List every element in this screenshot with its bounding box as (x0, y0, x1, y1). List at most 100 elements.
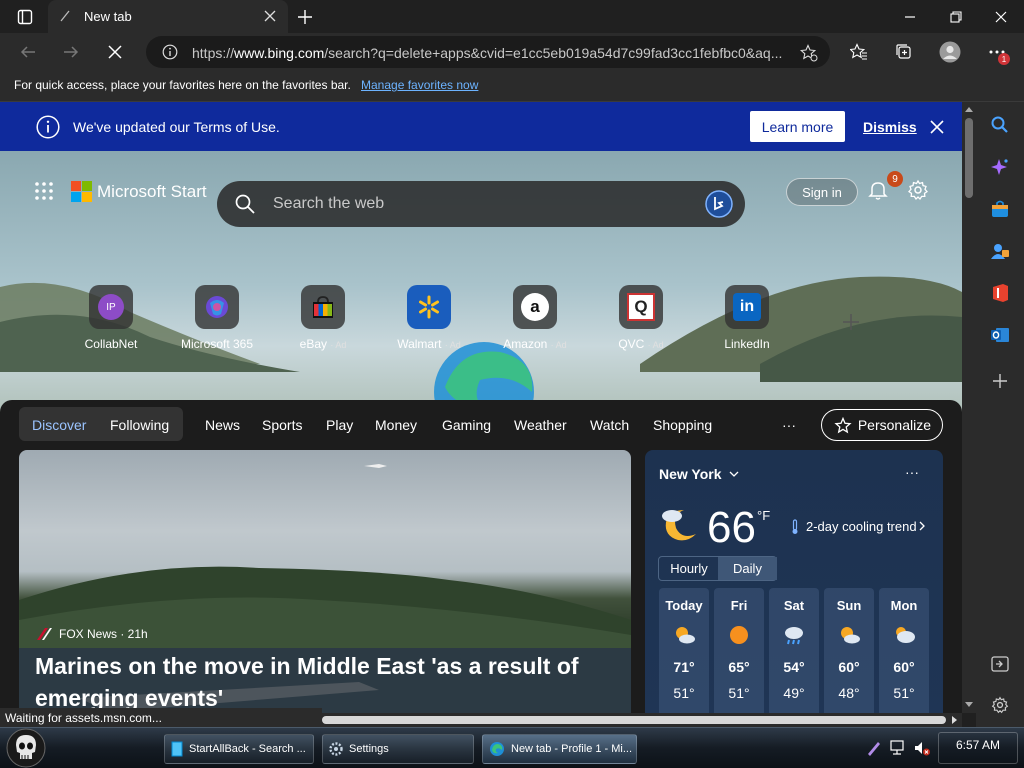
trend-chevron-right-icon[interactable] (919, 521, 926, 531)
forward-icon[interactable] (55, 36, 87, 68)
close-window-icon[interactable] (978, 0, 1024, 33)
nav-watch[interactable]: Watch (590, 417, 629, 433)
app-launcher-icon[interactable] (34, 181, 54, 201)
weather-trend-link[interactable]: 2-day cooling trend (806, 519, 917, 534)
stop-loading-icon[interactable] (99, 36, 131, 68)
url-text[interactable]: https://www.bing.com/search?q=delete+app… (192, 45, 788, 61)
current-temperature: 66 (707, 503, 756, 552)
manage-favorites-link[interactable]: Manage favorites now (361, 78, 478, 92)
sidebar-settings-icon[interactable] (986, 691, 1014, 719)
hourly-toggle[interactable]: Hourly (659, 557, 719, 580)
tray-pen-icon[interactable] (866, 740, 882, 756)
startallback-icon (171, 741, 183, 757)
sidebar-add-icon[interactable] (986, 367, 1014, 395)
scroll-right-icon[interactable] (952, 716, 958, 724)
quick-link-collabnet[interactable]: IP CollabNet (63, 285, 159, 351)
restore-icon[interactable] (933, 0, 979, 33)
favorites-icon[interactable] (843, 36, 875, 68)
sign-in-button[interactable]: Sign in (786, 178, 858, 206)
back-icon[interactable] (12, 36, 44, 68)
city-dropdown-chevron-icon[interactable] (729, 470, 739, 478)
top-story-card[interactable]: FOX News · 21h Marines on the move in Mi… (19, 450, 631, 713)
forecast-day[interactable]: Sat 54° 49° (769, 588, 819, 713)
quick-link-walmart[interactable]: Walmart · Ad (381, 285, 477, 351)
weather-more-button[interactable]: ··· (905, 464, 919, 480)
web-search-box[interactable] (217, 181, 745, 227)
tab-discover[interactable]: Discover (32, 417, 86, 433)
new-tab-icon[interactable] (282, 0, 328, 33)
favorites-bar: For quick access, place your favorites h… (0, 71, 1024, 102)
close-tab-icon[interactable] (264, 10, 276, 22)
temperature-unit[interactable]: °F (757, 508, 770, 523)
quick-link-label: LinkedIn (724, 337, 770, 351)
close-banner-icon[interactable] (930, 120, 944, 134)
weather-city[interactable]: New York (659, 466, 722, 482)
add-favorite-icon[interactable] (800, 44, 818, 62)
tray-volume-muted-icon[interactable] (913, 739, 931, 757)
horizontal-scrollbar[interactable] (322, 713, 962, 727)
notifications-bell-icon[interactable] (867, 179, 889, 201)
taskbar-item-startallback[interactable]: StartAllBack - Search ... (164, 734, 314, 764)
daily-toggle[interactable]: Daily (718, 557, 777, 580)
start-button[interactable] (4, 728, 48, 768)
linkedin-logo-icon: in (733, 293, 761, 321)
vertical-scrollbar[interactable] (962, 102, 976, 713)
profile-avatar-icon[interactable] (934, 36, 966, 68)
brand-title[interactable]: Microsoft Start (97, 182, 207, 202)
forecast-day[interactable]: Mon 60° 51° (879, 588, 929, 713)
sidebar-discover-sparkle-icon[interactable] (986, 153, 1014, 181)
vertical-scroll-thumb[interactable] (965, 118, 973, 198)
taskbar-item-edge[interactable]: New tab - Profile 1 - Mi... (482, 734, 637, 764)
sidebar-tools-icon[interactable] (986, 237, 1014, 265)
bing-chat-icon[interactable] (704, 189, 734, 219)
learn-more-button[interactable]: Learn more (750, 111, 845, 142)
nav-play[interactable]: Play (326, 417, 353, 433)
nav-sports[interactable]: Sports (262, 417, 302, 433)
nav-shopping[interactable]: Shopping (653, 417, 712, 433)
partly-sunny-icon (841, 627, 860, 644)
nav-gaming[interactable]: Gaming (442, 417, 491, 433)
nav-weather[interactable]: Weather (514, 417, 567, 433)
settings-and-more-icon[interactable]: 1 (981, 36, 1013, 68)
quick-link-amazon[interactable]: a Amazon · Ad (487, 285, 583, 351)
nav-money[interactable]: Money (375, 417, 417, 433)
news-feed: Discover Following News Sports Play Mone… (0, 400, 962, 713)
site-info-icon[interactable] (162, 44, 178, 60)
quick-link-ebay[interactable]: eBay · Ad (275, 285, 371, 351)
personalize-button[interactable]: Personalize (821, 409, 943, 441)
tab-title: New tab (84, 9, 132, 24)
quick-link-linkedin[interactable]: in LinkedIn (699, 285, 795, 351)
quick-link-microsoft-365[interactable]: Microsoft 365 (169, 285, 265, 351)
nav-more-button[interactable]: ··· (782, 417, 796, 433)
story-headline[interactable]: Marines on the move in Middle East 'as a… (35, 650, 615, 713)
browser-tab[interactable]: New tab (48, 0, 288, 33)
collabnet-tile: IP (89, 285, 133, 329)
collections-icon[interactable] (888, 36, 920, 68)
tab-actions-icon[interactable] (2, 0, 48, 33)
sidebar-hide-icon[interactable] (986, 650, 1014, 678)
partly-sunny-icon (676, 627, 695, 644)
nav-news[interactable]: News (205, 417, 240, 433)
scroll-down-icon[interactable] (965, 702, 973, 708)
horizontal-scroll-thumb[interactable] (322, 716, 946, 724)
dismiss-link[interactable]: Dismiss (863, 119, 917, 135)
search-input[interactable] (273, 193, 693, 215)
forecast-day[interactable]: Today 71° 51° (659, 588, 709, 713)
taskbar-item-settings[interactable]: Settings (322, 734, 474, 764)
scroll-up-icon[interactable] (965, 106, 973, 112)
tray-network-icon[interactable] (889, 739, 907, 757)
skull-start-orb-icon (6, 728, 46, 768)
sidebar-office-icon[interactable] (986, 279, 1014, 307)
quick-link-qvc[interactable]: Q QVC · Ad (593, 285, 689, 351)
sidebar-shopping-bag-icon[interactable] (986, 195, 1014, 223)
tab-following[interactable]: Following (110, 417, 169, 433)
add-quick-link-icon[interactable] (842, 313, 860, 331)
page-settings-icon[interactable] (907, 179, 929, 201)
forecast-day[interactable]: Fri 65° 51° (714, 588, 764, 713)
sidebar-search-icon[interactable] (986, 111, 1014, 139)
taskbar-clock[interactable]: 6:57 AM (938, 732, 1018, 764)
minimize-icon[interactable] (887, 0, 933, 33)
sidebar-outlook-icon[interactable] (986, 321, 1014, 349)
address-bar[interactable]: https://www.bing.com/search?q=delete+app… (146, 36, 830, 68)
forecast-day[interactable]: Sun 60° 48° (824, 588, 874, 713)
